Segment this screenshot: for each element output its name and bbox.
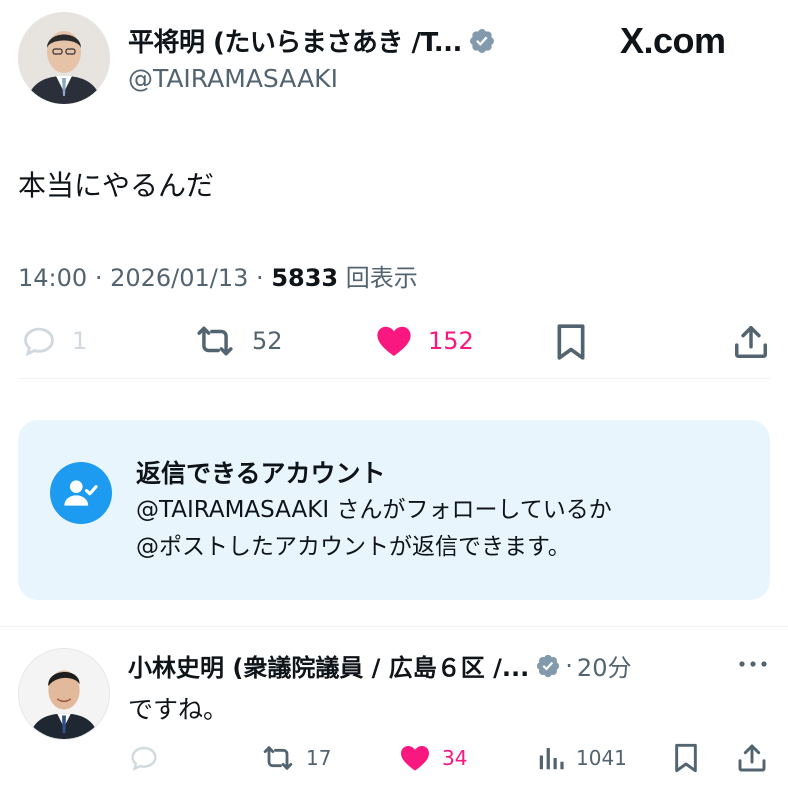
share-button[interactable] (732, 322, 770, 362)
reply-view-count: 1041 (576, 746, 627, 770)
divider (0, 626, 788, 627)
author-name-row[interactable]: 平将明 (たいらまさあき /T... (128, 22, 496, 59)
author-handle[interactable]: @TAIRAMASAAKI (128, 64, 338, 93)
meta-separator: · (94, 264, 111, 292)
reply-icon (24, 327, 54, 357)
tweet-text: 本当にやるんだ (18, 169, 215, 202)
notice-line-1: @TAIRAMASAAKI さんがフォローしているか (136, 497, 612, 523)
share-icon (738, 744, 766, 772)
view-label: 回表示 (345, 264, 418, 292)
reply-time[interactable]: 20分 (577, 648, 632, 683)
verified-badge-icon (469, 28, 494, 53)
retweet-button[interactable]: 52 (192, 322, 283, 360)
x-com-logo: X.com (620, 20, 726, 61)
retweet-icon (197, 326, 233, 356)
notice-body: @TAIRAMASAAKI さんがフォローしているか @ポストしたアカウントが返… (136, 492, 612, 566)
reply-text: ですね。 (128, 695, 229, 724)
more-options-button[interactable] (736, 654, 770, 674)
notice-title: 返信できるアカウント (136, 459, 386, 488)
like-button[interactable]: 152 (374, 322, 474, 360)
view-count: 5833 (271, 264, 339, 292)
author-name[interactable]: 平将明 (たいらまさあき /T... (128, 22, 462, 59)
more-icon (739, 661, 767, 667)
bookmark-icon (675, 743, 697, 773)
reply-reply-button[interactable] (128, 742, 160, 774)
divider (18, 378, 770, 379)
tweet-date[interactable]: 2026/01/13 (110, 264, 248, 292)
meta-separator: · (256, 264, 272, 292)
heart-icon (377, 326, 411, 357)
reply-author-row[interactable]: 小林史明 (衆議院議員 / 広島６区 /... · 20分 (128, 648, 631, 683)
notice-line-2: @ポストしたアカウントが返信できます。 (136, 534, 571, 560)
reply-like-button[interactable]: 34 (398, 742, 467, 774)
avatar-image (19, 649, 109, 739)
verified-badge-icon (537, 654, 560, 677)
reply-separator: · (565, 651, 573, 680)
retweet-count: 52 (252, 327, 283, 355)
reply-views-button[interactable]: 1041 (536, 742, 627, 774)
reply-author-avatar[interactable] (18, 648, 110, 740)
like-count: 152 (428, 327, 474, 355)
reply-count: 1 (72, 327, 88, 355)
reply-share-button[interactable] (736, 742, 768, 774)
reply-bookmark-button[interactable] (672, 742, 700, 774)
share-icon (735, 326, 767, 358)
bookmark-button[interactable] (554, 322, 588, 362)
reply-retweet-button[interactable]: 17 (260, 742, 331, 774)
tweet-time[interactable]: 14:00 (18, 264, 87, 292)
reply-restriction-badge (50, 462, 112, 524)
user-check-icon (64, 480, 98, 506)
reply-restriction-notice: 返信できるアカウント @TAIRAMASAAKI さんがフォローしているか @ポ… (18, 420, 770, 600)
reply-retweet-count: 17 (306, 746, 332, 770)
author-avatar[interactable] (18, 12, 110, 104)
reply-button[interactable]: 1 (20, 322, 87, 360)
heart-icon (401, 746, 429, 771)
reply-like-count: 34 (442, 746, 468, 770)
reply-author-name[interactable]: 小林史明 (衆議院議員 / 広島６区 /... (128, 648, 529, 683)
retweet-icon (263, 746, 293, 770)
avatar-image (18, 12, 110, 104)
reply-icon (131, 746, 157, 771)
bookmark-icon (557, 324, 585, 360)
tweet-meta: 14:00 · 2026/01/13 · 5833 回表示 (18, 258, 418, 293)
analytics-icon (539, 748, 564, 770)
